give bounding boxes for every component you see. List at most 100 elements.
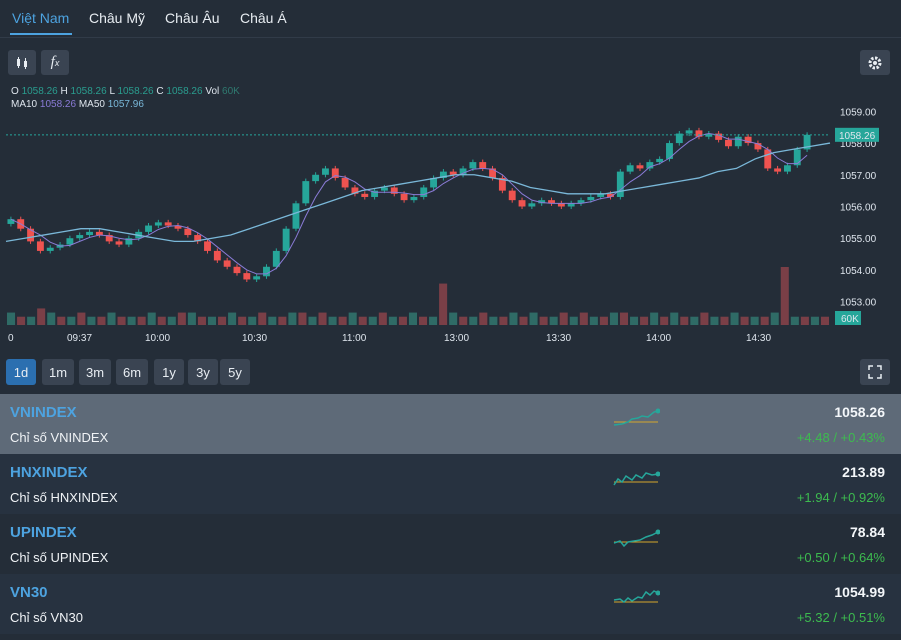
range-1d-button[interactable]: 1d xyxy=(6,359,36,385)
range-1m-button[interactable]: 1m xyxy=(42,359,74,385)
volume-bar xyxy=(690,316,699,325)
index-code: UPINDEX xyxy=(10,524,77,541)
volume-bar xyxy=(207,316,217,325)
candle-body xyxy=(154,222,162,226)
volume-bar xyxy=(298,312,307,325)
volume-bar xyxy=(388,316,397,325)
sparkline-chart xyxy=(613,471,660,486)
tab-chau-my[interactable]: Châu Mỹ xyxy=(89,10,145,26)
expand-icon[interactable] xyxy=(860,359,890,385)
y-tick-label: 1056.00 xyxy=(840,203,877,214)
candle-body xyxy=(626,165,634,172)
range-1y-button[interactable]: 1y xyxy=(154,359,184,385)
candle-body xyxy=(380,187,388,191)
volume-bar xyxy=(177,312,186,325)
index-value: 1058.26 xyxy=(834,404,885,420)
candle-body xyxy=(783,165,791,172)
volume-bar xyxy=(57,316,66,325)
candle-body xyxy=(204,241,211,251)
candle-body xyxy=(518,200,526,207)
candle-body xyxy=(292,203,300,229)
candle-body xyxy=(410,196,418,201)
volume-bar xyxy=(278,316,287,325)
volume-badge: 60K xyxy=(835,311,861,325)
range-3m-button[interactable]: 3m xyxy=(79,359,111,385)
index-code: VN30 xyxy=(10,584,48,601)
ma10-line xyxy=(10,133,808,275)
candle-body xyxy=(272,250,280,267)
volume-bar xyxy=(569,316,578,325)
candle-body xyxy=(420,187,428,197)
volume-bar xyxy=(740,316,749,325)
candle-body xyxy=(616,171,624,197)
volume-bar xyxy=(218,316,227,325)
candle-body xyxy=(86,231,93,236)
volume-bar xyxy=(549,316,558,325)
volume-bar xyxy=(800,316,809,325)
candle-body xyxy=(508,190,516,201)
range-3y-button[interactable]: 3y xyxy=(188,359,218,385)
volume-bar xyxy=(750,316,759,325)
candle-body xyxy=(145,225,152,232)
x-tick-label: 10:00 xyxy=(145,333,170,344)
volume-bar xyxy=(137,316,146,325)
candle-body xyxy=(734,136,742,147)
y-tick-label: 1059.00 xyxy=(840,107,877,118)
volume-bar xyxy=(328,316,337,325)
candle-body xyxy=(46,247,54,251)
index-value: 213.89 xyxy=(842,464,885,480)
volume-bar xyxy=(7,312,16,325)
volume-bar xyxy=(770,312,779,325)
candle-body xyxy=(489,168,496,178)
index-name: Chỉ số VNINDEX xyxy=(10,430,109,445)
volume-bar xyxy=(449,312,458,325)
volume-bar xyxy=(157,316,166,325)
volume-bar xyxy=(47,312,56,325)
tab-chau-a[interactable]: Châu Á xyxy=(240,10,287,26)
index-row-vn30[interactable]: VN30 Chỉ số VN30 1054.99 +5.32 / +0.51% xyxy=(0,574,901,634)
x-tick-label: 0 xyxy=(8,333,14,344)
volume-bar xyxy=(439,283,448,325)
y-tick-label: 1055.00 xyxy=(840,234,877,245)
volume-bar xyxy=(187,312,196,325)
price-chart[interactable]: 1059.001058.001057.001056.001055.001054.… xyxy=(0,70,901,350)
volume-bar xyxy=(760,316,769,325)
candle-body xyxy=(36,241,44,251)
candle-body xyxy=(263,266,270,277)
candle-body xyxy=(312,174,320,182)
y-tick-label: 1054.00 xyxy=(840,266,877,277)
sparkline-chart xyxy=(613,590,660,603)
volume-bar xyxy=(730,312,739,325)
index-row-vnindex[interactable]: VNINDEX Chỉ số VNINDEX 1058.26 +4.48 / +… xyxy=(0,394,901,454)
candle-body xyxy=(302,181,310,204)
candle-body xyxy=(636,165,644,169)
tab-viet-nam[interactable]: Việt Nam xyxy=(12,10,69,26)
tab-chau-au[interactable]: Châu Âu xyxy=(165,10,219,26)
volume-bar xyxy=(660,316,669,325)
sparkline-chart xyxy=(613,529,660,548)
fx-sub-label: x xyxy=(54,57,60,68)
volume-bar xyxy=(147,312,156,325)
x-tick-label: 09:37 xyxy=(67,333,92,344)
volume-bar xyxy=(368,316,377,325)
candle-body xyxy=(793,149,801,166)
candle-body xyxy=(223,260,231,267)
x-tick-label: 13:30 xyxy=(546,333,571,344)
candle-body xyxy=(331,168,339,178)
index-change: +5.32 / +0.51% xyxy=(796,610,885,625)
index-row-upindex[interactable]: UPINDEX Chỉ số UPINDEX 78.84 +0.50 / +0.… xyxy=(0,514,901,574)
volume-bar xyxy=(820,316,829,325)
index-name: Chỉ số HNXINDEX xyxy=(10,490,118,505)
index-row-hnxindex[interactable]: HNXINDEX Chỉ số HNXINDEX 213.89 +1.94 / … xyxy=(0,454,901,514)
volume-bar xyxy=(419,316,428,325)
candle-body xyxy=(243,273,251,280)
volume-bar xyxy=(408,312,417,325)
range-5y-button[interactable]: 5y xyxy=(220,359,250,385)
last-price-label: 1058.26 xyxy=(839,131,876,142)
range-6m-button[interactable]: 6m xyxy=(116,359,148,385)
volume-bar xyxy=(398,316,407,325)
index-value: 78.84 xyxy=(849,524,885,540)
volume-bar xyxy=(680,316,689,325)
volume-bar xyxy=(97,316,106,325)
index-change: +1.94 / +0.92% xyxy=(796,490,885,505)
